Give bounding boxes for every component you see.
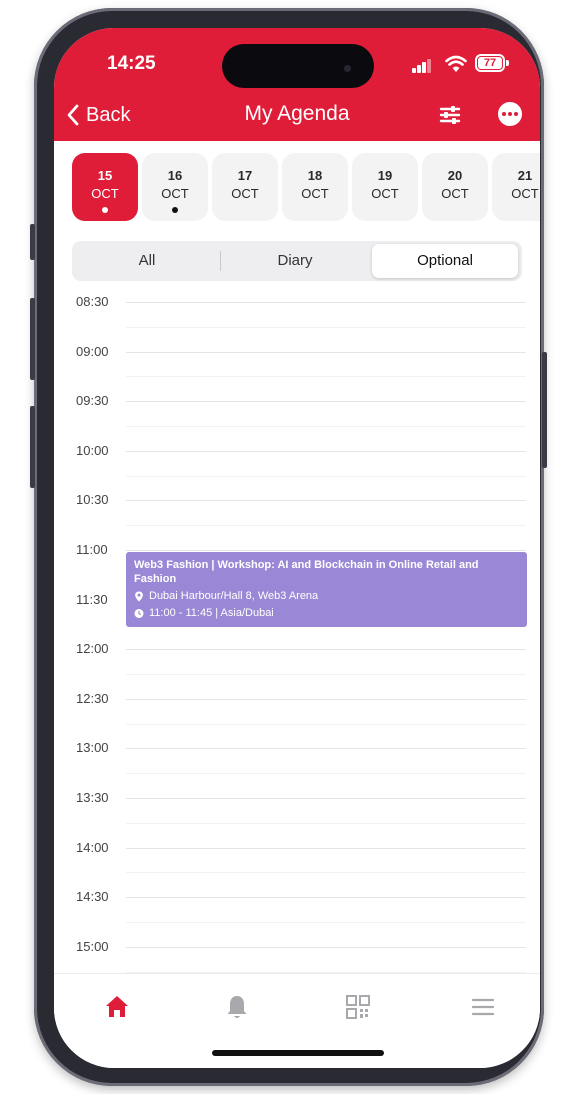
phone-screen: 14:25 77 Back My Agenda 15 OCT 16 OCT 17… [54,28,540,1068]
date-month: OCT [231,186,259,201]
date-month: OCT [301,186,329,201]
event-time-row: 11:00 - 11:45 | Asia/Dubai [134,607,519,620]
half-hour-line [126,326,526,328]
date-month: OCT [441,186,469,201]
time-slot-line [126,649,526,651]
date-chip-1[interactable]: 16 OCT [142,153,208,221]
camera-dot [344,65,351,72]
time-slot-line [126,302,526,303]
filter-sliders-icon[interactable] [437,102,463,128]
status-time: 14:25 [107,53,156,74]
time-slot-label: 14:00 [76,839,109,855]
time-slot-line [126,698,526,700]
event-time: 11:00 - 11:45 | Asia/Dubai [149,607,274,619]
half-hour-line [126,822,526,824]
half-hour-line [126,475,526,477]
date-day: 20 [447,168,463,183]
date-chip-6[interactable]: 21 OCT [492,153,540,221]
time-slot-line [126,500,526,502]
date-chip-5[interactable]: 20 OCT [422,153,488,221]
time-slot-line [126,897,526,899]
page-title: My Agenda [244,102,350,125]
date-day: 21 [517,168,533,183]
half-hour-line [126,773,526,775]
home-indicator [212,1050,384,1056]
time-slot-label: 13:30 [76,790,109,805]
time-slot-label: 11:30 [76,591,108,607]
silent-switch [30,224,35,260]
clock-icon [134,609,144,618]
time-slot-label: 12:30 [76,690,109,706]
bell-icon[interactable] [222,992,252,1022]
time-slot-line [126,351,526,353]
battery-nub [506,60,509,66]
time-slot-line [126,401,526,403]
power-button [542,352,547,468]
home-icon[interactable] [102,992,132,1022]
date-chip-2[interactable]: 17 OCT [212,153,278,221]
location-pin-icon [135,591,143,602]
time-slot-label: 10:00 [76,442,109,458]
time-slot-label: 09:00 [76,343,109,359]
volume-down-button [30,406,35,488]
segment-diary[interactable]: Diary [222,244,368,278]
half-hour-line [126,872,526,874]
segment-divider [220,251,221,271]
agenda-filter-segmented-control: All Diary Optional [72,241,522,281]
event-indicator-dot [172,207,178,213]
half-hour-line [126,376,526,378]
agenda-timeline[interactable]: 15:00 14:30 14:00 13:30 13:00 12:30 12:00 11:30… [54,294,540,974]
app-header: 14:25 77 Back My Agenda [54,28,540,141]
date-month: OCT [91,186,119,201]
date-month: OCT [511,186,539,201]
time-slot-label: 10:30 [76,492,109,508]
date-day: 19 [377,168,393,183]
date-day: 15 [97,168,113,183]
date-chip-4[interactable]: 19 OCT [352,153,418,221]
time-slot-line [126,798,526,799]
battery-level: 77 [478,57,502,69]
half-hour-line [126,426,526,427]
half-hour-line [126,922,526,923]
half-hour-line [126,525,526,527]
time-slot-label: 13:00 [76,740,109,756]
time-slot-label: 11:00 [76,542,108,557]
signal-icon [412,59,432,73]
qr-code-icon[interactable] [343,992,373,1022]
time-slot-label: 12:00 [76,641,109,657]
time-slot-line [126,748,526,750]
time-slot-line [126,847,526,849]
event-indicator-dot [102,207,108,213]
date-day: 16 [167,168,183,183]
time-slot-label: 09:30 [76,393,109,409]
time-slot-line [126,550,526,551]
date-month: OCT [161,186,189,201]
date-chip-3[interactable]: 18 OCT [282,153,348,221]
dynamic-island [222,44,374,88]
wifi-icon [445,55,467,72]
volume-up-button [30,298,35,380]
menu-icon[interactable] [468,992,498,1022]
half-hour-line [126,723,526,725]
time-slot-line [126,946,526,948]
date-strip[interactable]: 15 OCT 16 OCT 17 OCT 18 OCT 19 OCT 20 OCT 21 OCT [72,153,540,223]
time-slot-label: 14:30 [76,889,109,905]
time-slot-label: 15:00 [76,938,109,954]
time-slot-label: 08:30 [76,294,109,309]
date-day: 17 [237,168,253,183]
event-location-row: Dubai Harbour/Hall 8, Web3 Arena [134,590,519,603]
agenda-event-card[interactable]: Web3 Fashion | Workshop: AI and Blockcha… [126,552,527,627]
more-options-icon[interactable] [498,102,522,126]
battery-icon: 77 [475,54,505,72]
event-title: Web3 Fashion | Workshop: AI and Blockcha… [134,559,479,585]
half-hour-line [126,674,526,675]
segment-optional[interactable]: Optional [372,244,518,278]
segment-all[interactable]: All [75,244,219,278]
date-day: 18 [307,168,323,183]
time-slot-line [126,450,526,452]
event-location: Dubai Harbour/Hall 8, Web3 Arena [149,590,319,602]
date-chip-0[interactable]: 15 OCT [72,153,138,221]
date-month: OCT [371,186,399,201]
